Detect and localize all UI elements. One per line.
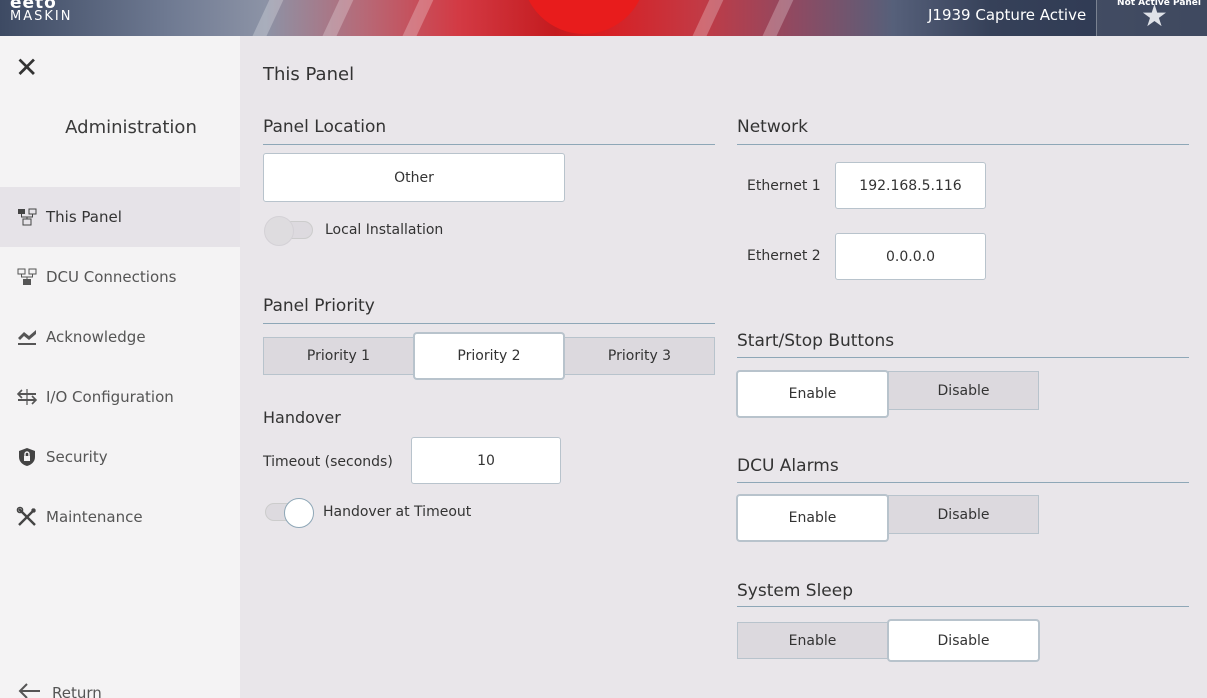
- local-installation-toggle[interactable]: Local Installation: [264, 216, 444, 246]
- shield-icon: [16, 446, 38, 468]
- dcu-alarms-enable-option[interactable]: Enable: [737, 495, 888, 541]
- panel-location-select[interactable]: Other: [263, 153, 565, 202]
- system-sleep-disable-option[interactable]: Disable: [888, 620, 1039, 661]
- section-divider: [263, 323, 715, 324]
- io-icon: [16, 386, 38, 408]
- section-divider: [737, 144, 1189, 145]
- system-sleep-enable-option[interactable]: Enable: [737, 622, 888, 659]
- banner-stripe: [751, 0, 803, 36]
- priority-2-option[interactable]: Priority 2: [414, 333, 564, 379]
- sidebar-item-security[interactable]: Security: [0, 427, 240, 487]
- acknowledge-icon: [16, 326, 38, 348]
- tools-icon: [16, 506, 38, 528]
- toggle-track: [265, 498, 314, 528]
- dcu-alarms-disable-option[interactable]: Disable: [888, 495, 1039, 534]
- sidebar-nav: This Panel DCU Connections Acknowledge I…: [0, 187, 240, 547]
- network-heading: Network: [737, 117, 808, 137]
- system-sleep-selector: Enable Disable: [737, 620, 1039, 661]
- banner-stripe: [241, 0, 293, 36]
- sidebar-item-label: Acknowledge: [46, 328, 146, 346]
- dcu-alarms-selector: Enable Disable: [737, 495, 1039, 541]
- priority-3-option[interactable]: Priority 3: [564, 337, 715, 375]
- sidebar-item-label: Security: [46, 448, 108, 466]
- panel-priority-selector: Priority 1 Priority 2 Priority 3: [263, 333, 715, 379]
- banner-stripe: [311, 0, 363, 36]
- page-title: This Panel: [263, 64, 355, 85]
- return-button[interactable]: Return: [18, 682, 102, 698]
- active-panel-indicator[interactable]: Not Active Panel ★: [1096, 0, 1207, 36]
- ethernet-2-input[interactable]: 0.0.0.0: [835, 233, 986, 280]
- sidebar: ✕ Administration This Panel DCU Connecti…: [0, 36, 240, 698]
- return-arrow-icon: [18, 682, 42, 698]
- return-label: Return: [52, 684, 102, 698]
- sidebar-item-label: DCU Connections: [46, 268, 177, 286]
- system-sleep-heading: System Sleep: [737, 581, 854, 601]
- start-stop-heading: Start/Stop Buttons: [737, 331, 895, 351]
- star-icon: ★: [1141, 0, 1168, 34]
- section-divider: [737, 606, 1189, 607]
- panel-icon: [16, 206, 38, 228]
- start-stop-selector: Enable Disable: [737, 371, 1039, 417]
- sidebar-item-label: I/O Configuration: [46, 388, 174, 406]
- timeout-input[interactable]: 10: [411, 437, 561, 484]
- sidebar-item-maintenance[interactable]: Maintenance: [0, 487, 240, 547]
- ethernet-1-label: Ethernet 1: [747, 178, 821, 194]
- sidebar-item-acknowledge[interactable]: Acknowledge: [0, 307, 240, 367]
- logo-bottom-text: MASKIN: [10, 9, 73, 24]
- sidebar-item-label: This Panel: [46, 208, 122, 226]
- start-stop-disable-option[interactable]: Disable: [888, 371, 1039, 410]
- sidebar-item-this-panel[interactable]: This Panel: [0, 187, 240, 247]
- local-installation-label: Local Installation: [325, 222, 444, 238]
- toggle-track: [264, 216, 313, 246]
- ethernet-1-input[interactable]: 192.168.5.116: [835, 162, 986, 209]
- banner-stripe: [391, 0, 443, 36]
- start-stop-enable-option[interactable]: Enable: [737, 371, 888, 417]
- sidebar-title: Administration: [65, 117, 197, 138]
- handover-at-timeout-label: Handover at Timeout: [323, 504, 472, 520]
- banner-stripe: [681, 0, 733, 36]
- banner-red-circle: [522, 0, 646, 34]
- section-divider: [263, 144, 715, 145]
- toggle-knob: [264, 216, 294, 246]
- brand-logo: eeto MASKIN: [10, 0, 72, 26]
- main-content: This Panel Panel Location Other Local In…: [240, 36, 1207, 698]
- sidebar-item-label: Maintenance: [46, 508, 143, 526]
- section-divider: [737, 482, 1189, 483]
- sidebar-item-dcu-connections[interactable]: DCU Connections: [0, 247, 240, 307]
- toggle-knob: [284, 498, 314, 528]
- close-icon[interactable]: ✕: [15, 54, 38, 82]
- network-icon: [16, 266, 38, 288]
- logo-top-text: eeto: [10, 0, 72, 8]
- panel-priority-heading: Panel Priority: [263, 296, 375, 316]
- capture-status: J1939 Capture Active: [928, 6, 1087, 24]
- top-banner: eeto MASKIN J1939 Capture Active Not Act…: [0, 0, 1207, 36]
- timeout-label: Timeout (seconds): [263, 454, 393, 470]
- handover-at-timeout-toggle[interactable]: Handover at Timeout: [265, 498, 472, 528]
- panel-location-heading: Panel Location: [263, 117, 387, 137]
- priority-1-option[interactable]: Priority 1: [263, 337, 414, 375]
- handover-heading: Handover: [263, 408, 341, 427]
- section-divider: [737, 357, 1189, 358]
- ethernet-2-label: Ethernet 2: [747, 248, 821, 264]
- dcu-alarms-heading: DCU Alarms: [737, 456, 839, 476]
- sidebar-item-io-configuration[interactable]: I/O Configuration: [0, 367, 240, 427]
